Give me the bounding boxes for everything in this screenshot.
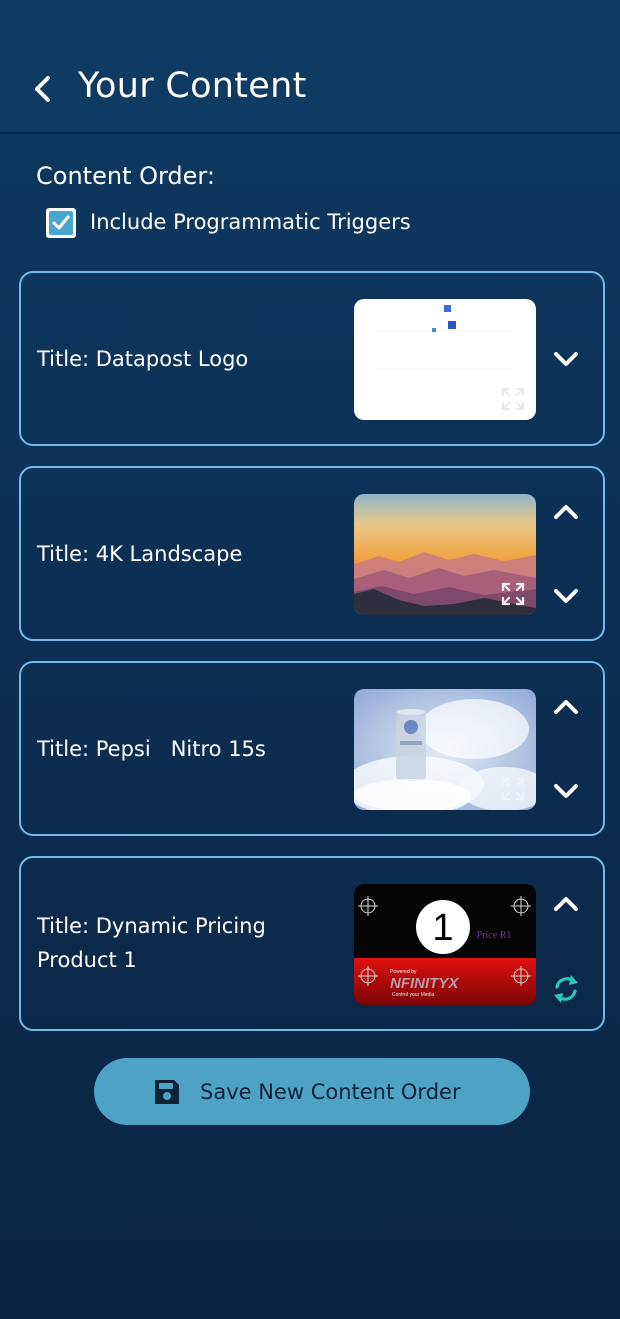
chevron-down-icon	[554, 352, 578, 366]
programmatic-triggers-checkbox[interactable]	[46, 208, 76, 238]
chevron-up-icon	[554, 897, 578, 911]
content-order-label: Content Order:	[36, 162, 215, 190]
content-title: Title: 4K Landscape	[37, 542, 243, 566]
chevron-up-icon	[554, 505, 578, 519]
thumb-tagline-text: Control your Media	[392, 992, 434, 998]
content-title: Title: Dynamic Pricing Product 1	[37, 909, 337, 977]
move-down-button[interactable]	[551, 347, 581, 371]
chevron-left-icon[interactable]	[32, 74, 54, 104]
save-button-label: Save New Content Order	[200, 1080, 461, 1104]
move-down-button[interactable]	[551, 584, 581, 608]
content-title: Title: Pepsi Nitro 15s	[37, 737, 266, 761]
move-down-button[interactable]	[551, 779, 581, 803]
content-card-pepsi-nitro: Title: Pepsi Nitro 15s	[19, 661, 605, 836]
move-up-button[interactable]	[551, 892, 581, 916]
chevron-down-icon	[554, 589, 578, 603]
content-card-4k-landscape: Title: 4K Landscape	[19, 466, 605, 641]
header-bar: Your Content	[0, 0, 620, 134]
refresh-icon	[554, 975, 578, 1003]
refresh-button[interactable]	[551, 972, 581, 1006]
expand-icon[interactable]	[500, 581, 526, 607]
dynamic-pricing-image: 1 Price R1 Powered by NFINITYX Control y…	[354, 884, 536, 1005]
move-up-button[interactable]	[551, 695, 581, 719]
chevron-down-icon	[554, 784, 578, 798]
content-thumbnail[interactable]	[354, 494, 536, 615]
thumb-logo-text: NFINITYX	[390, 975, 459, 992]
expand-icon[interactable]	[500, 386, 526, 412]
content-thumbnail[interactable]: 1 Price R1 Powered by NFINITYX Control y…	[354, 884, 536, 1005]
page-title: Your Content	[78, 66, 307, 106]
content-title-line1: Title: Dynamic Pricing	[37, 914, 266, 938]
content-title: Title: Datapost Logo	[37, 347, 249, 371]
content-thumbnail[interactable]	[354, 299, 536, 420]
checkbox-checked-indicator	[49, 211, 73, 235]
move-up-button[interactable]	[551, 500, 581, 524]
content-title-line2: Product 1	[37, 948, 137, 972]
chevron-up-icon	[554, 700, 578, 714]
content-card-datapost-logo: Title: Datapost Logo	[19, 271, 605, 446]
content-thumbnail[interactable]	[354, 689, 536, 810]
expand-icon[interactable]	[500, 776, 526, 802]
floppy-disk-icon	[155, 1080, 179, 1104]
checkmark-icon	[52, 215, 70, 230]
thumb-number-text: 1	[432, 907, 453, 949]
programmatic-triggers-label[interactable]: Include Programmatic Triggers	[90, 208, 411, 236]
thumb-price-text: Price R1	[477, 930, 512, 941]
content-card-dynamic-pricing: Title: Dynamic Pricing Product 1 1 Price…	[19, 856, 605, 1031]
save-content-order-button[interactable]: Save New Content Order	[94, 1058, 530, 1125]
